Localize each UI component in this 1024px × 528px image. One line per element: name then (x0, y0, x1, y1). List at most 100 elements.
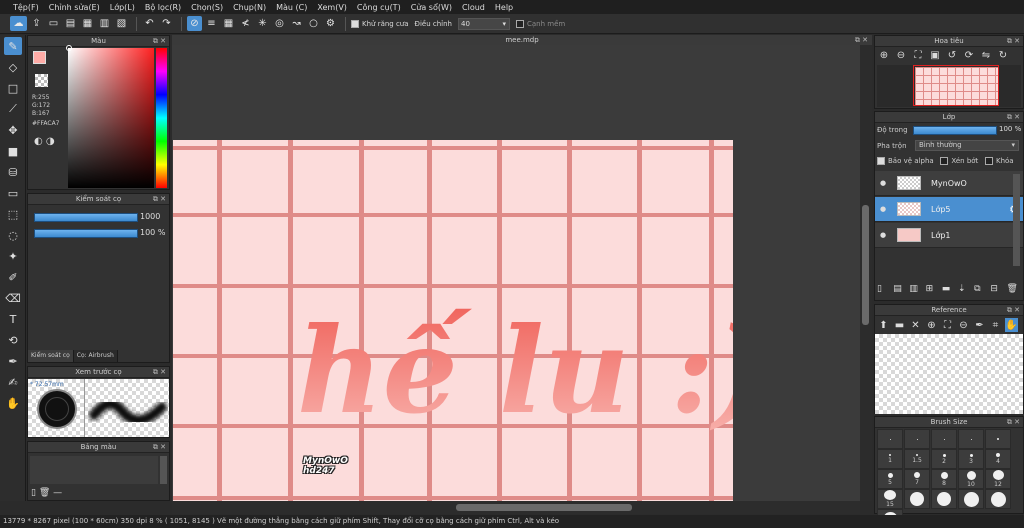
eraser-tool-icon[interactable]: ◇ (4, 58, 22, 76)
hand-tool-icon[interactable]: ✋ (4, 394, 22, 412)
panel-close-icon[interactable]: ⧉ ✕ (153, 36, 166, 47)
protect-alpha-checkbox[interactable] (877, 157, 885, 165)
brush-size-option[interactable] (985, 489, 1011, 509)
hue-slider[interactable] (156, 48, 167, 188)
brush-size-option[interactable] (877, 429, 903, 449)
menu-layer[interactable]: Lớp(L) (105, 3, 140, 12)
swatch-scrollbar[interactable] (160, 456, 167, 484)
grid-snap-icon[interactable]: ▦ (221, 16, 236, 31)
merge-icon[interactable]: ⇣ (958, 284, 969, 296)
hand-icon[interactable]: ✋ (1005, 318, 1018, 332)
export-icon[interactable]: ⇪ (29, 16, 44, 31)
menu-filter[interactable]: Bộ lọc(R) (140, 3, 186, 12)
magic-wand-tool-icon[interactable]: ✦ (4, 247, 22, 265)
brush-size-option[interactable]: 1.5 (904, 449, 930, 469)
brush-size-option[interactable]: 4 (985, 449, 1011, 469)
vertical-scroll-thumb[interactable] (862, 205, 869, 325)
menu-file[interactable]: Tệp(F) (8, 3, 44, 12)
menu-cloud[interactable]: Cloud (457, 3, 490, 12)
brush-size-option[interactable] (958, 489, 984, 509)
lock-checkbox[interactable] (984, 157, 993, 165)
blend-mode-select[interactable]: Bình thường ▾ (915, 140, 1019, 151)
circle-snap-icon[interactable]: ○ (306, 16, 321, 31)
close-icon[interactable]: ✕ (909, 318, 922, 332)
brush-size-option[interactable] (931, 429, 957, 449)
brush-size-option[interactable]: 10 (958, 469, 984, 489)
new-layer-icon[interactable]: ▯ (877, 284, 888, 296)
parallel-snap-icon[interactable]: ≡ (204, 16, 219, 31)
no-snap-icon[interactable]: ⊘ (187, 16, 202, 31)
navigator-preview[interactable] (877, 65, 1021, 107)
shape-tool-icon[interactable]: □ (4, 79, 22, 97)
panel-close-icon[interactable]: ⧉ ✕ (1007, 305, 1020, 316)
chart-icon[interactable]: ▧ (114, 16, 129, 31)
zoom-out-icon[interactable]: ⊖ (957, 318, 970, 332)
layer-opacity-slider[interactable] (913, 126, 997, 135)
brush-size-option[interactable]: 12 (985, 469, 1011, 489)
divide-tool-icon[interactable]: ⟲ (4, 331, 22, 349)
panel-close-icon[interactable]: ⧉ ✕ (1007, 417, 1020, 428)
redo-icon[interactable]: ↷ (159, 16, 174, 31)
brush-size-slider[interactable] (34, 213, 138, 222)
reference-canvas[interactable] (875, 334, 1023, 414)
horizontal-scrollbar[interactable] (172, 501, 860, 514)
zoom-in-icon[interactable]: ⊕ (877, 48, 891, 62)
concentric-snap-icon[interactable]: ◎ (272, 16, 287, 31)
brush-size-option[interactable]: 15 (877, 489, 903, 509)
select-eraser-tool-icon[interactable]: ⌫ (4, 289, 22, 307)
document-tab[interactable]: mee.mdp ⧉ ✕ (172, 35, 872, 45)
brush-size-option[interactable]: 5 (877, 469, 903, 489)
brush-size-option[interactable]: 2 (931, 449, 957, 469)
menu-tools[interactable]: Công cụ(T) (352, 3, 406, 12)
delete-layer-icon[interactable]: 🗑 (1007, 284, 1018, 296)
visibility-icon[interactable]: ● (877, 179, 889, 187)
panel-close-icon[interactable]: ⧉ ✕ (1007, 112, 1020, 123)
brush-size-option[interactable] (904, 429, 930, 449)
settings-icon[interactable]: ⊟ (990, 284, 1001, 296)
add-layer-menu-icon[interactable]: ⊞ (926, 284, 937, 296)
line-tool-icon[interactable]: ⟋ (4, 100, 22, 118)
foreground-color-swatch[interactable] (33, 51, 46, 64)
menu-edit[interactable]: Chỉnh sửa(E) (44, 3, 105, 12)
eyedropper-tool-icon[interactable]: ✒ (4, 352, 22, 370)
select-pen-tool-icon[interactable]: ✐ (4, 268, 22, 286)
panel-close-icon[interactable]: ⧉ ✕ (153, 194, 166, 205)
menu-help[interactable]: Help (490, 3, 518, 12)
gradient-tool-icon[interactable]: ▭ (4, 184, 22, 202)
brush-size-option[interactable]: 3 (958, 449, 984, 469)
visibility-icon[interactable]: ● (877, 231, 889, 239)
flip-icon[interactable]: ⇋ (979, 48, 993, 62)
grid-view-icon[interactable]: ▥ (97, 16, 112, 31)
tab-brush-airbrush[interactable]: Cọ: Airbrush (73, 350, 118, 362)
text-tool-icon[interactable]: T (4, 310, 22, 328)
visibility-icon[interactable]: ● (877, 205, 889, 213)
curve-snap-icon[interactable]: ↝ (289, 16, 304, 31)
brush-size-option[interactable] (985, 429, 1011, 449)
fit-icon[interactable]: ⛶ (941, 318, 954, 332)
navigator-viewport[interactable] (913, 65, 999, 106)
rotate-left-icon[interactable]: ↺ (945, 48, 959, 62)
bucket-tool-icon[interactable]: ⛁ (4, 163, 22, 181)
horizontal-scroll-thumb[interactable] (456, 504, 632, 511)
brush-size-option[interactable]: 7 (904, 469, 930, 489)
page-icon[interactable]: ▦ (80, 16, 95, 31)
rotate-reset-icon[interactable]: ⟳ (962, 48, 976, 62)
layer-scrollbar[interactable] (1013, 174, 1020, 266)
eyedropper-icon[interactable]: ✒ (973, 318, 986, 332)
radial-snap-icon[interactable]: ✳ (255, 16, 270, 31)
panel-close-icon[interactable]: ⧉ ✕ (1007, 36, 1020, 47)
color-picker-cursor[interactable] (66, 45, 72, 51)
menu-window[interactable]: Cửa sổ(W) (406, 3, 457, 12)
upload-icon[interactable]: ⬆ (877, 318, 890, 332)
new-halftone-layer-icon[interactable]: ▤ (893, 284, 904, 296)
layer-item[interactable]: ● MynOwO (875, 171, 1023, 196)
menu-color[interactable]: Màu (C) (271, 3, 312, 12)
zoom-in-icon[interactable]: ⊕ (925, 318, 938, 332)
panel-close-icon[interactable]: ⧉ ✕ (153, 442, 166, 453)
transparent-color-swatch[interactable] (35, 74, 48, 87)
rotate-right-icon[interactable]: ↻ (996, 48, 1010, 62)
brush-opacity-slider[interactable] (34, 229, 138, 238)
lasso-tool-icon[interactable]: ◌ (4, 226, 22, 244)
folder-icon[interactable]: ▬ (942, 284, 953, 296)
vertical-scrollbar[interactable] (860, 45, 872, 501)
